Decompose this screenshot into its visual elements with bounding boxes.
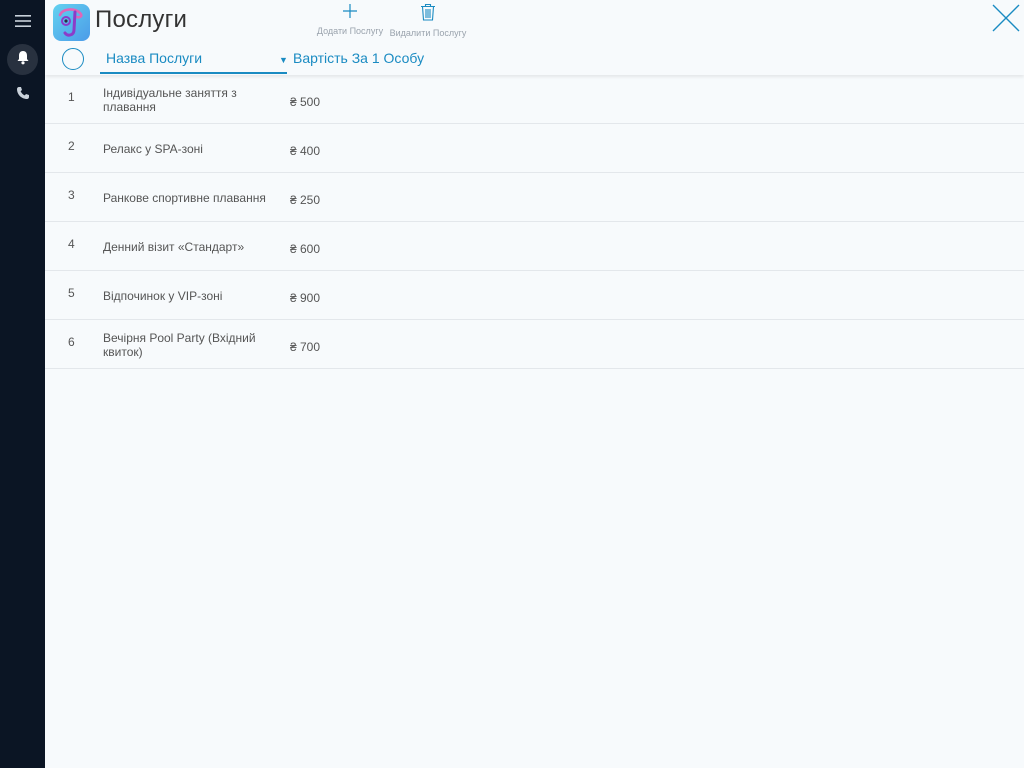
row-number: 2: [68, 139, 75, 153]
service-name: Денний візит «Стандарт»: [103, 239, 245, 254]
delete-service-label: Видалити Послугу: [389, 28, 467, 38]
service-price: ₴ 900: [290, 291, 321, 305]
close-icon: [991, 4, 1021, 37]
row-number: 3: [68, 188, 75, 202]
add-service-label: Додати Послугу: [316, 26, 384, 36]
header: Послуги Додати Послугу Видалити Послугу …: [45, 0, 1024, 75]
service-price: ₴ 500: [290, 95, 321, 109]
table-row[interactable]: 5 Відпочинок у VIP-зоні ₴ 900: [45, 271, 1024, 320]
delete-service-button[interactable]: Видалити Послугу: [390, 3, 466, 38]
services-list: 1 Індивідуальне заняття з плавання ₴ 500…: [45, 75, 1024, 369]
sort-descending-icon: ▼: [279, 55, 288, 65]
phone-icon: [16, 86, 30, 105]
service-price: ₴ 600: [290, 242, 321, 256]
service-name: Індивідуальне заняття з плавання: [103, 85, 237, 114]
column-header-price[interactable]: Вартість За 1 Особу: [293, 50, 424, 66]
add-service-button[interactable]: Додати Послугу: [315, 3, 385, 36]
table-row[interactable]: 1 Індивідуальне заняття з плавання ₴ 500: [45, 75, 1024, 124]
service-name: Релакс у SPA-зоні: [103, 141, 203, 156]
column-name-label: Назва Послуги: [106, 50, 203, 66]
row-number: 6: [68, 335, 75, 349]
menu-button[interactable]: [7, 8, 38, 39]
service-price: ₴ 400: [290, 144, 321, 158]
service-name: Відпочинок у VIP-зоні: [103, 288, 223, 303]
row-number: 5: [68, 286, 75, 300]
row-number: 1: [68, 90, 75, 104]
service-name: Вечірня Pool Party (Вхідний квиток): [103, 330, 256, 359]
table-row[interactable]: 4 Денний візит «Стандарт» ₴ 600: [45, 222, 1024, 271]
trash-icon: [420, 3, 436, 26]
column-header-name[interactable]: Назва Послуги ▼: [100, 45, 288, 74]
select-all-checkbox[interactable]: [62, 48, 84, 70]
calls-button[interactable]: [7, 80, 38, 111]
service-name: Ранкове спортивне плавання: [103, 190, 266, 205]
main-panel: Послуги Додати Послугу Видалити Послугу …: [45, 0, 1024, 768]
app-logo: [53, 4, 90, 41]
plus-icon: [342, 3, 358, 24]
table-row[interactable]: 2 Релакс у SPA-зоні ₴ 400: [45, 124, 1024, 173]
notifications-button[interactable]: [7, 44, 38, 75]
table-row[interactable]: 6 Вечірня Pool Party (Вхідний квиток) ₴ …: [45, 320, 1024, 369]
row-number: 4: [68, 237, 75, 251]
page-title: Послуги: [95, 6, 188, 33]
bell-icon: [16, 50, 30, 70]
table-row[interactable]: 3 Ранкове спортивне плавання ₴ 250: [45, 173, 1024, 222]
service-price: ₴ 700: [290, 340, 321, 354]
menu-icon: [14, 14, 31, 33]
close-button[interactable]: [991, 3, 1021, 33]
sidebar: [0, 0, 45, 768]
service-price: ₴ 250: [290, 193, 321, 207]
